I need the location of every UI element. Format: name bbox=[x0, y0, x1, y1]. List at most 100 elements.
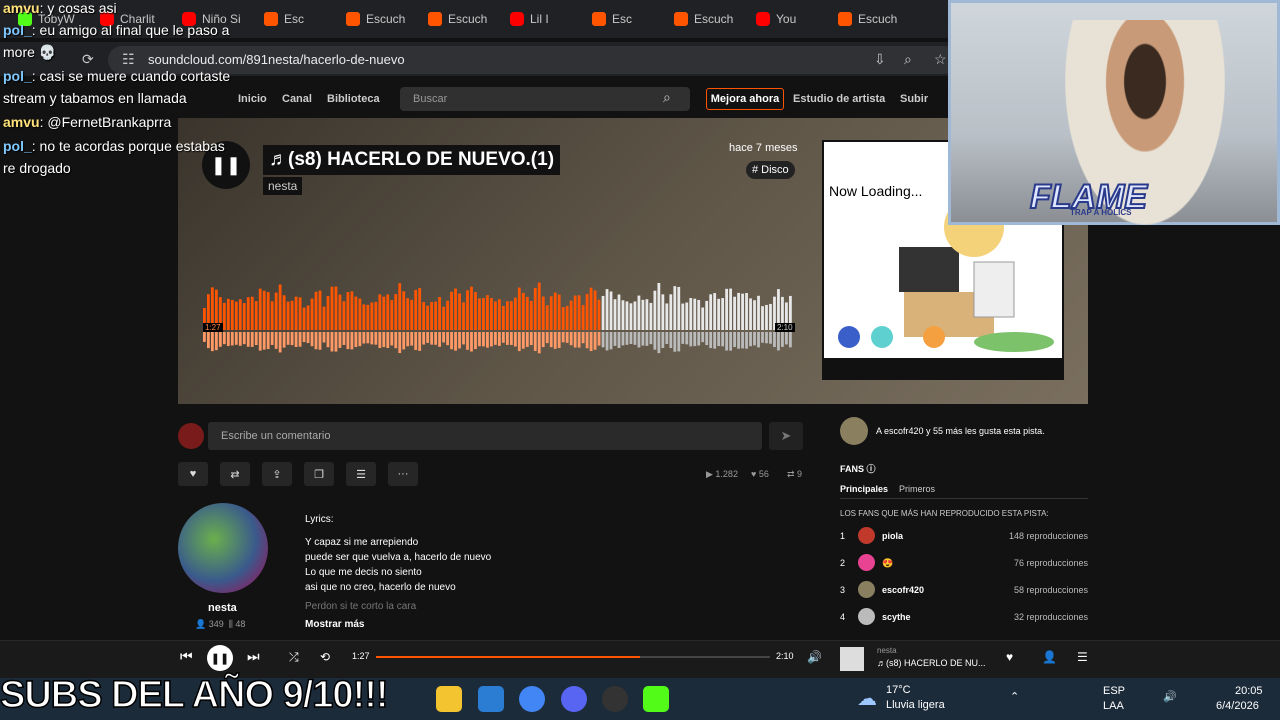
store-icon[interactable] bbox=[478, 686, 504, 712]
player-like-icon[interactable]: ♥ bbox=[1006, 650, 1013, 664]
likes-count: ♥ 56 bbox=[751, 469, 769, 479]
nav-feed[interactable]: Canal bbox=[282, 93, 312, 105]
browser-tab[interactable]: Esc bbox=[584, 4, 664, 34]
chat-message: pol_: casi se muere cuando cortaste bbox=[3, 68, 230, 84]
track-artist[interactable]: nesta bbox=[263, 177, 303, 195]
info-icon[interactable]: ⓘ bbox=[867, 464, 876, 474]
fan-row[interactable]: 3 escofr420 58 reproducciones bbox=[840, 581, 1088, 601]
repeat-icon[interactable]: ⟲ bbox=[320, 650, 330, 664]
browser-tab[interactable]: Escuch bbox=[420, 4, 500, 34]
reload-icon[interactable]: ⟳ bbox=[82, 51, 94, 68]
fan-row[interactable]: 2 😍 76 reproducciones bbox=[840, 554, 1088, 574]
player-title[interactable]: ♬(s8) HACERLO DE NU... bbox=[877, 658, 986, 668]
waveform-bar bbox=[605, 289, 609, 330]
obs-icon[interactable] bbox=[602, 686, 628, 712]
waveform-reflection bbox=[490, 332, 493, 347]
artist-name[interactable]: nesta bbox=[208, 602, 237, 614]
fan-name[interactable]: piola bbox=[882, 531, 903, 541]
waveform-reflection bbox=[713, 332, 717, 349]
fan-avatar[interactable] bbox=[858, 527, 875, 544]
follow-icon[interactable]: 👤 bbox=[1042, 650, 1057, 664]
discord-icon[interactable] bbox=[561, 686, 587, 712]
fan-name[interactable]: escofr420 bbox=[882, 585, 924, 595]
tab-top-fans[interactable]: Principales bbox=[840, 484, 888, 494]
bookmark-star-icon[interactable]: ☆ bbox=[934, 51, 947, 68]
nav-home[interactable]: Inicio bbox=[238, 93, 267, 105]
copy-link-button[interactable]: ❐ bbox=[304, 462, 334, 486]
more-button[interactable]: ··· bbox=[388, 462, 418, 486]
waveform-reflection bbox=[697, 332, 701, 346]
browser-tab[interactable]: Escuch bbox=[830, 4, 910, 34]
repost-button[interactable]: ⇄ bbox=[220, 462, 250, 486]
clock-time[interactable]: 20:05 bbox=[1235, 685, 1263, 697]
fan-name[interactable]: 😍 bbox=[882, 558, 893, 569]
fan-avatar[interactable] bbox=[858, 554, 875, 571]
volume-icon[interactable]: 🔊 bbox=[807, 650, 822, 664]
browser-tab[interactable]: Esc bbox=[256, 4, 336, 34]
url-text[interactable]: soundcloud.com/891nesta/hacerlo-de-nuevo bbox=[148, 52, 405, 67]
search-icon[interactable]: ⌕ bbox=[663, 89, 671, 106]
tab-first-fans[interactable]: Primeros bbox=[899, 484, 935, 494]
queue-icon[interactable]: ☰ bbox=[1077, 650, 1088, 664]
liker-avatar[interactable] bbox=[840, 417, 868, 445]
browser-tab[interactable]: Lil I bbox=[502, 4, 582, 34]
fan-avatar[interactable] bbox=[858, 581, 875, 598]
keyboard-layout[interactable]: LAA bbox=[1103, 700, 1124, 712]
send-comment-button[interactable]: ➤ bbox=[769, 422, 803, 450]
fan-rank: 4 bbox=[840, 612, 846, 622]
waveform-bar bbox=[729, 288, 733, 330]
nav-library[interactable]: Biblioteca bbox=[327, 93, 380, 105]
fan-avatar[interactable] bbox=[858, 608, 875, 625]
file-explorer-icon[interactable] bbox=[436, 686, 462, 712]
site-info-icon[interactable]: ☷ bbox=[122, 51, 135, 68]
genre-tag[interactable]: # Disco bbox=[746, 161, 795, 179]
tray-chevron-icon[interactable]: ⌃ bbox=[1010, 690, 1019, 703]
fan-row[interactable]: 1 piola 148 reproducciones bbox=[840, 527, 1088, 547]
next-icon[interactable]: ⏭ bbox=[247, 648, 260, 665]
speaker-icon[interactable]: 🔊 bbox=[1163, 690, 1177, 703]
waveform-reflection bbox=[585, 332, 589, 349]
progress-bar[interactable] bbox=[376, 656, 770, 658]
artist-avatar[interactable] bbox=[178, 503, 268, 593]
install-icon[interactable]: ⇩ bbox=[874, 51, 886, 68]
player-artwork[interactable] bbox=[840, 647, 864, 671]
fan-row[interactable]: 4 scythe 32 reproducciones bbox=[840, 608, 1088, 628]
waveform-reflection bbox=[625, 332, 629, 345]
artist-studio-link[interactable]: Estudio de artista bbox=[793, 93, 885, 105]
waveform-bar bbox=[366, 304, 370, 330]
shuffle-icon[interactable]: ⤮ bbox=[289, 650, 299, 665]
zoom-icon[interactable]: ⌕ bbox=[904, 51, 912, 68]
waveform-reflection bbox=[398, 332, 402, 354]
waveform-bar bbox=[701, 307, 705, 330]
fan-name[interactable]: scythe bbox=[882, 612, 911, 622]
waveform-reflection bbox=[537, 332, 541, 354]
show-more-link[interactable]: Mostrar más bbox=[305, 619, 364, 630]
like-button[interactable]: ♥ bbox=[178, 462, 208, 486]
weather-temp[interactable]: 17°C bbox=[886, 684, 911, 696]
likes-summary[interactable]: A escofr420 y 55 más les gusta esta pist… bbox=[876, 426, 1045, 436]
waveform-reflection bbox=[422, 332, 426, 345]
weather-desc[interactable]: Lluvia ligera bbox=[886, 699, 945, 711]
browser-tab[interactable]: You bbox=[748, 4, 828, 34]
input-language[interactable]: ESP bbox=[1103, 685, 1125, 697]
player-artist[interactable]: nesta bbox=[877, 646, 897, 655]
reposts-value: 9 bbox=[797, 469, 803, 479]
player-pause-button[interactable]: ❚❚ bbox=[207, 645, 233, 671]
waveform-bar bbox=[434, 301, 438, 330]
waveform[interactable] bbox=[203, 280, 793, 355]
track-title: ♬(s8) HACERLO DE NUEVO.(1) bbox=[263, 145, 561, 175]
upload-link[interactable]: Subir bbox=[900, 93, 928, 105]
previous-icon[interactable]: ⏮ bbox=[180, 648, 193, 665]
share-button[interactable]: ⇪ bbox=[262, 462, 292, 486]
waveform-bar bbox=[673, 286, 677, 330]
add-to-playlist-button[interactable]: ☰ bbox=[346, 462, 376, 486]
upgrade-button[interactable]: Mejora ahora bbox=[706, 88, 784, 110]
clock-date[interactable]: 6/4/2026 bbox=[1216, 700, 1259, 712]
chrome-icon[interactable] bbox=[519, 686, 545, 712]
weather-icon[interactable]: ☁ bbox=[857, 686, 877, 711]
browser-tab[interactable]: Escuch bbox=[666, 4, 746, 34]
kick-icon[interactable] bbox=[643, 686, 669, 712]
browser-tab[interactable]: Escuch bbox=[338, 4, 418, 34]
lyrics-label: Lyrics: bbox=[305, 514, 334, 525]
waveform-bar bbox=[394, 294, 398, 330]
